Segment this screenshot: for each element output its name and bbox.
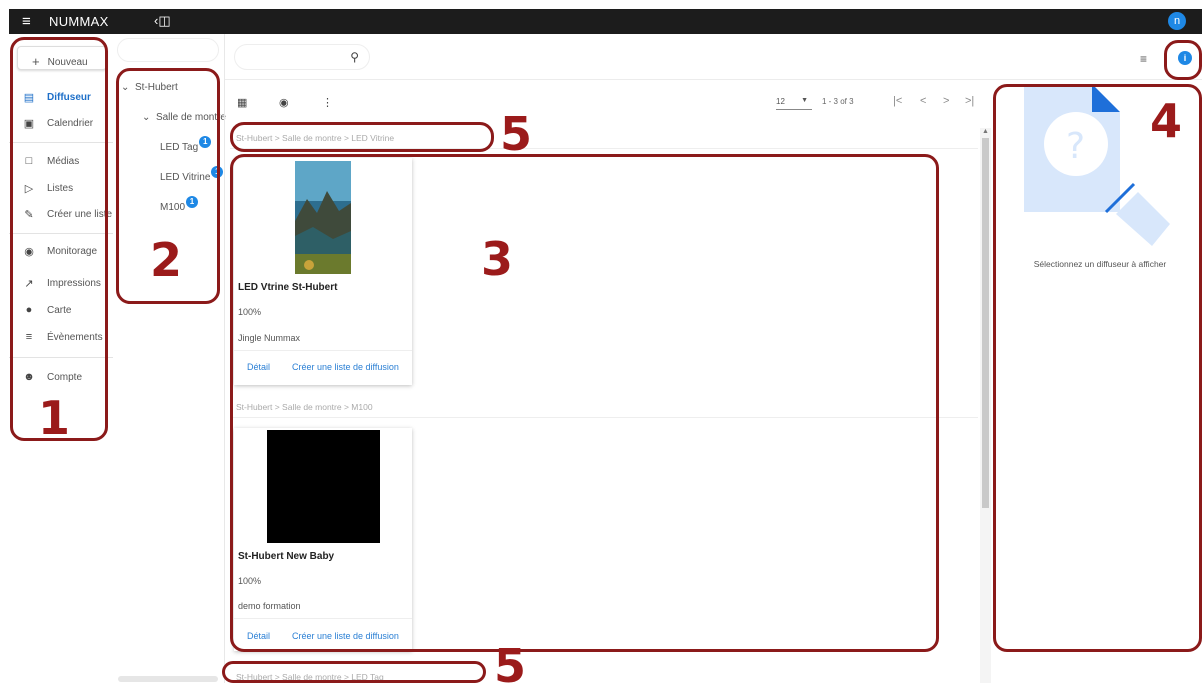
first-page-icon[interactable]: |< xyxy=(893,95,902,107)
annotation-number-2: 2 xyxy=(150,233,183,287)
collapse-device-icon[interactable]: ‹◫ xyxy=(154,13,171,29)
panel-divider xyxy=(224,34,225,683)
top-bar: ≡ NUMMAX ‹◫ n xyxy=(9,9,1202,34)
search-input[interactable]: ⚲ xyxy=(234,44,370,70)
header-divider xyxy=(225,79,1202,80)
search-icon: ⚲ xyxy=(350,50,359,64)
annotation-box-5b xyxy=(222,661,486,683)
per-page-select[interactable]: 12 ▼ xyxy=(776,97,812,110)
scroll-up-icon[interactable]: ▲ xyxy=(982,128,989,135)
more-vert-icon[interactable]: ⋮ xyxy=(322,96,333,109)
tree-search-input[interactable] xyxy=(117,38,219,62)
last-page-icon[interactable]: >| xyxy=(965,95,974,107)
annotation-number-3: 3 xyxy=(481,232,514,286)
avatar[interactable]: n xyxy=(1168,12,1186,30)
annotation-number-1: 1 xyxy=(38,391,71,445)
content-scrollbar[interactable]: ▲ xyxy=(980,128,991,683)
annotation-number-5a: 5 xyxy=(500,107,533,161)
annotation-box-3 xyxy=(230,154,939,652)
annotation-box-4 xyxy=(993,84,1202,652)
preview-icon[interactable]: ◉ xyxy=(279,96,289,109)
annotation-box-1 xyxy=(10,37,108,441)
prev-page-icon[interactable]: < xyxy=(920,95,926,107)
tree-horizontal-scrollbar[interactable] xyxy=(118,676,218,682)
scrollbar-thumb[interactable] xyxy=(982,138,989,508)
next-page-icon[interactable]: > xyxy=(943,95,949,107)
annotation-box-4-info xyxy=(1164,40,1202,80)
per-page-value: 12 xyxy=(776,97,785,106)
annotation-box-5a xyxy=(230,122,494,152)
annotation-number-4: 4 xyxy=(1150,94,1183,148)
app-brand: NUMMAX xyxy=(49,14,109,29)
annotation-number-5b: 5 xyxy=(494,639,527,693)
page-range: 1 - 3 of 3 xyxy=(822,97,854,106)
fullscreen-icon[interactable]: ▦ xyxy=(237,96,247,109)
dropdown-arrow-icon: ▼ xyxy=(801,97,808,104)
hamburger-menu-icon[interactable]: ≡ xyxy=(22,13,31,30)
list-view-icon[interactable]: ≡ xyxy=(1140,52,1147,66)
